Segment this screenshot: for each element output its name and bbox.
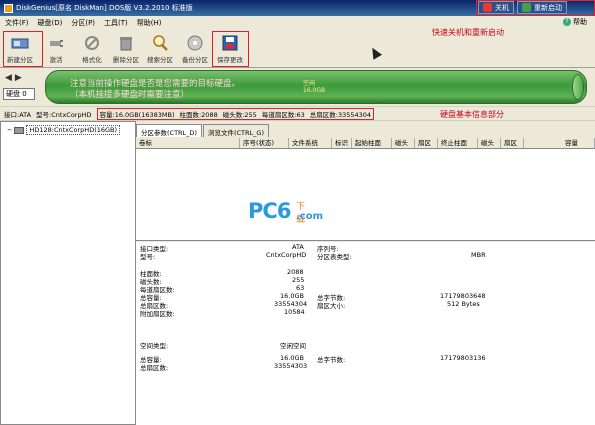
disk-notice-line2: （本机挂接多硬盘时需要注意） [70, 90, 190, 100]
help-link[interactable]: ? 帮助 [563, 17, 587, 27]
disk-tree-panel: − HD128:CntxCorpHD(16GB) [0, 121, 136, 425]
detail-iface-value: ATA [292, 243, 304, 251]
detail-free-bytes-label: 总字节数: [317, 356, 346, 364]
menu-bar: 文件(F) 硬盘(D) 分区(P) 工具(T) 帮助(H) [0, 16, 595, 30]
format-button[interactable]: 格式化 [76, 32, 108, 66]
tree-item-label: HD128:CntxCorpHD(16GB) [26, 125, 121, 135]
detail-secsize-label: 扇区大小: [317, 302, 346, 310]
shutdown-highlight-box [476, 0, 595, 16]
col-start-cylinder[interactable]: 起始柱面 [352, 138, 392, 148]
detail-extra-value: 10584 [284, 308, 305, 316]
detail-free-bytes-value: 17179803136 [440, 354, 486, 362]
menu-help[interactable]: 帮助(H) [137, 18, 162, 28]
magnifier-icon [153, 35, 168, 51]
format-icon [85, 36, 99, 50]
info-cylinders: 柱面数:2088 [179, 110, 218, 119]
free-space-label-line1: 空闲 [303, 80, 316, 87]
search-partition-label: 搜索分区 [147, 56, 173, 64]
watermark-pc: PC [248, 199, 278, 223]
detail-free-sec-label: 总扇区数: [140, 364, 169, 372]
menu-partition[interactable]: 分区(P) [71, 18, 95, 28]
disk-label[interactable]: 硬盘 0 [3, 88, 35, 100]
disk-info-annotation: 硬盘基本信息部分 [440, 110, 504, 119]
app-icon [4, 3, 13, 13]
disk-details: 接口类型: ATA 序列号: 型号: CntxCorpHD 分区表类型: MBR… [136, 242, 595, 425]
disk-bar-end-cap [572, 74, 584, 100]
col-start-head[interactable]: 磁头 [392, 138, 415, 148]
menu-file[interactable]: 文件(F) [5, 18, 29, 28]
disk-notice: 注意当前操作硬盘是否是您需要的目标硬盘。 （本机挂接多硬盘时需要注意） [70, 79, 240, 101]
menu-disk[interactable]: 硬盘(D) [38, 18, 63, 28]
detail-space-label: 空间类型: [140, 342, 169, 350]
info-capacity: 容量:16.0GB(16383MB) [99, 110, 175, 119]
window-title: DiskGenius[原名 DiskMan] DOS版 V3.2.2010 标准… [16, 4, 193, 12]
save-changes-highlight-box [212, 31, 249, 67]
detail-free-sec-value: 33554303 [274, 362, 308, 370]
info-heads: 磁头数:255 [222, 110, 257, 119]
detail-ptable-label: 分区表类型: [317, 253, 352, 261]
col-start-sector[interactable]: 扇区 [415, 138, 438, 148]
info-interface: 接口:ATA [4, 110, 32, 119]
free-space-label: 空闲 16.0GB [303, 80, 325, 94]
info-model: 型号:CntxCorpHD [36, 110, 92, 119]
detail-bytes-value: 17179803648 [440, 292, 486, 300]
help-icon: ? [563, 18, 571, 26]
col-volume-label[interactable]: 卷标 [136, 138, 240, 148]
col-end-head[interactable]: 磁头 [478, 138, 501, 148]
disk-info-box: 容量:16.0GB(16383MB) 柱面数:2088 磁头数:255 每道扇区… [96, 107, 375, 120]
detail-tsec-value: 33554304 [274, 300, 308, 308]
delete-partition-button[interactable]: 删除分区 [110, 32, 142, 66]
disk-nav-arrows[interactable]: ◀▶ [5, 73, 25, 83]
pc6-watermark-logo: PC6 下载 .com [248, 199, 323, 225]
detail-model-label: 型号: [140, 253, 156, 261]
search-partition-button[interactable]: 搜索分区 [144, 32, 176, 66]
menu-tools[interactable]: 工具(T) [104, 18, 128, 28]
backup-partition-label: 备份分区 [182, 56, 208, 64]
col-index-status[interactable]: 序号(状态) [240, 138, 289, 148]
detail-space-value: 空闲空间 [280, 342, 306, 350]
disk-info-bar: 接口:ATA 型号:CntxCorpHD 容量:16.0GB(16383MB) … [0, 107, 595, 120]
tree-item-disk[interactable]: − HD128:CntxCorpHD(16GB) [7, 125, 121, 135]
detail-heads-value: 255 [292, 276, 305, 284]
tab-partition-params[interactable]: 分区参数(CTRL_D) [136, 124, 202, 137]
trash-icon [120, 37, 132, 51]
tree-expand-icon[interactable]: − [7, 126, 12, 134]
free-space-size: 16.0GB [303, 87, 326, 94]
col-end-sector[interactable]: 扇区 [501, 138, 524, 148]
partition-table-header: 卷标 序号(状态) 文件系统 标识 起始柱面 磁头 扇区 终止柱面 磁头 扇区 … [136, 138, 595, 149]
activate-icon [50, 40, 63, 47]
format-label: 格式化 [82, 56, 102, 64]
partition-table-body[interactable] [136, 149, 595, 241]
activate-label: 激活 [49, 56, 63, 64]
detail-extra-label: 附加扇区数: [140, 310, 175, 318]
col-end-cylinder[interactable]: 终止柱面 [438, 138, 478, 148]
info-total-sectors: 总扇区数:33554304 [309, 110, 372, 119]
detail-ptable-value: MBR [471, 251, 486, 259]
col-id[interactable]: 标识 [332, 138, 352, 148]
tab-browse-files[interactable]: 浏览文件(CTRL_G) [202, 124, 269, 137]
hard-disk-icon [14, 126, 25, 134]
quick-shutdown-annotation: 快速关机和重新启动 [432, 28, 504, 37]
backup-disc-icon [187, 35, 203, 51]
backup-partition-button[interactable]: 备份分区 [179, 32, 211, 66]
watermark-six: 6 [276, 199, 292, 223]
disk-notice-line1: 注意当前操作硬盘是否是您需要的目标硬盘。 [70, 79, 241, 89]
watermark-com: .com [296, 211, 324, 222]
detail-model-value: CntxCorpHD [266, 251, 307, 259]
detail-cyl-value: 2088 [287, 268, 304, 276]
info-sectors-per-track: 每道扇区数:63 [261, 110, 305, 119]
detail-cap-value: 16.0GB [280, 292, 304, 300]
col-capacity[interactable]: 容量 [524, 138, 595, 148]
detail-spt-value: 63 [296, 284, 305, 292]
delete-partition-label: 删除分区 [113, 56, 139, 64]
help-label: 帮助 [573, 18, 587, 26]
main-panel: 分区参数(CTRL_D) 浏览文件(CTRL_G) 卷标 序号(状态) 文件系统… [136, 121, 595, 425]
activate-button[interactable]: 激活 [40, 32, 72, 66]
detail-free-cap-value: 16.0GB [280, 354, 304, 362]
detail-secsize-value: 512 Bytes [447, 300, 480, 308]
tab-strip: 分区参数(CTRL_D) 浏览文件(CTRL_G) [136, 124, 269, 137]
col-file-system[interactable]: 文件系统 [289, 138, 332, 148]
new-partition-highlight-box [3, 31, 43, 67]
